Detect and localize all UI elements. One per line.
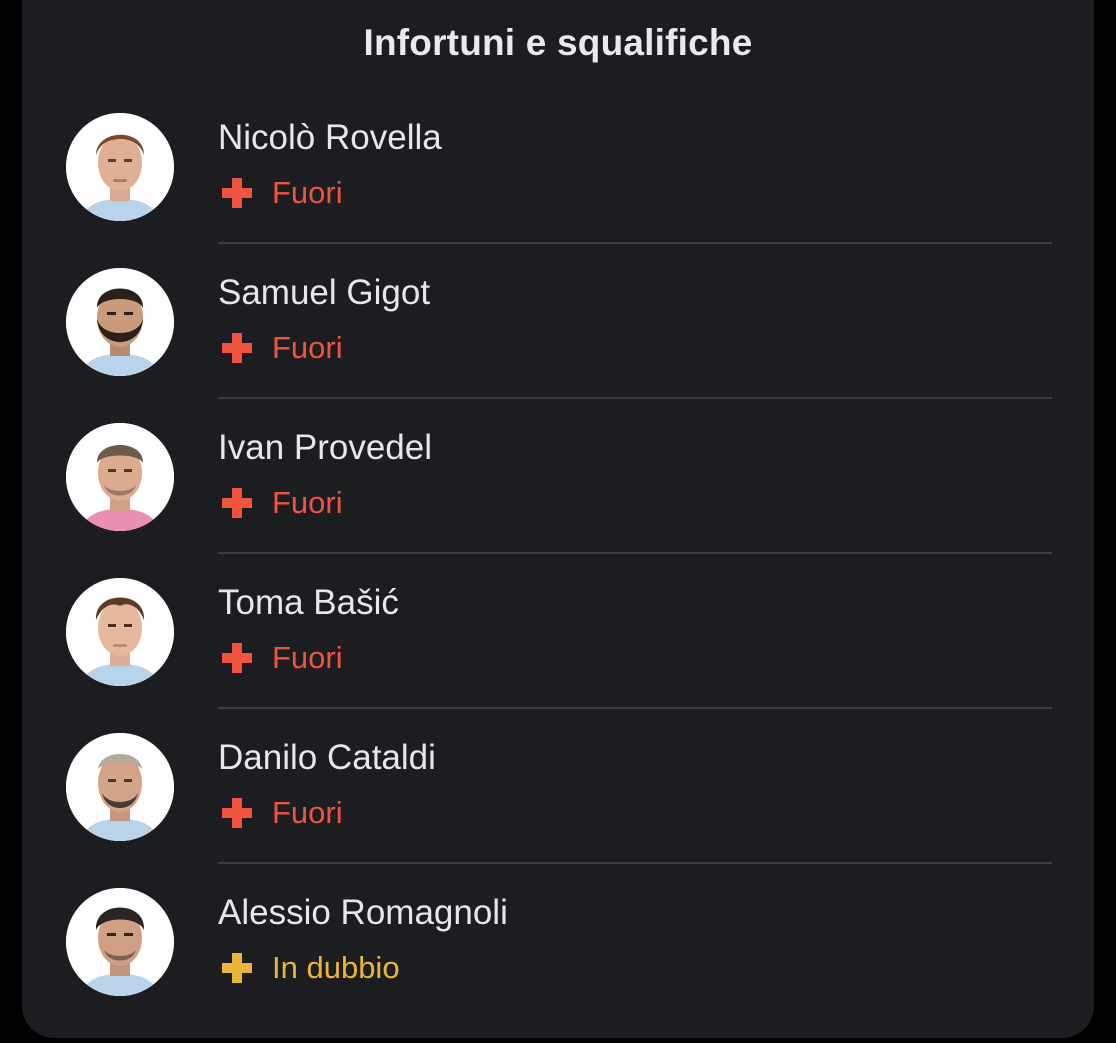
player-avatar: [66, 888, 174, 996]
medical-cross-icon: [222, 178, 252, 208]
player-avatar: [66, 268, 174, 376]
player-row[interactable]: Toma Bašić Fuori: [0, 578, 1116, 733]
player-status: Fuori: [222, 330, 343, 365]
player-row[interactable]: Alessio Romagnoli In dubbio: [0, 888, 1116, 1043]
status-label: Fuori: [272, 175, 343, 210]
divider: [218, 242, 1052, 244]
player-name: Samuel Gigot: [218, 273, 431, 312]
status-label: Fuori: [272, 640, 343, 675]
medical-cross-icon: [222, 953, 252, 983]
player-name: Nicolò Rovella: [218, 118, 442, 157]
player-name: Alessio Romagnoli: [218, 893, 508, 932]
medical-cross-icon: [222, 798, 252, 828]
medical-cross-icon: [222, 333, 252, 363]
player-avatar: [66, 113, 174, 221]
status-label: Fuori: [272, 485, 343, 520]
player-name: Danilo Cataldi: [218, 738, 436, 777]
divider: [218, 707, 1052, 709]
player-row[interactable]: Danilo Cataldi Fuori: [0, 733, 1116, 888]
divider: [218, 862, 1052, 864]
player-row[interactable]: Ivan Provedel Fuori: [0, 423, 1116, 578]
medical-cross-icon: [222, 643, 252, 673]
status-label: Fuori: [272, 330, 343, 365]
player-status: In dubbio: [222, 950, 400, 985]
player-avatar: [66, 578, 174, 686]
player-status: Fuori: [222, 485, 343, 520]
player-name: Toma Bašić: [218, 583, 399, 622]
player-name: Ivan Provedel: [218, 428, 433, 467]
player-status: Fuori: [222, 175, 343, 210]
divider: [218, 552, 1052, 554]
player-row[interactable]: Samuel Gigot Fuori: [0, 268, 1116, 423]
player-row[interactable]: Nicolò Rovella Fuori: [0, 113, 1116, 268]
medical-cross-icon: [222, 488, 252, 518]
status-label: Fuori: [272, 795, 343, 830]
status-label: In dubbio: [272, 950, 400, 985]
player-avatar: [66, 733, 174, 841]
player-list: Nicolò Rovella Fuori Samuel Gigot Fuori …: [0, 0, 1116, 1041]
player-status: Fuori: [222, 640, 343, 675]
player-status: Fuori: [222, 795, 343, 830]
player-avatar: [66, 423, 174, 531]
divider: [218, 397, 1052, 399]
